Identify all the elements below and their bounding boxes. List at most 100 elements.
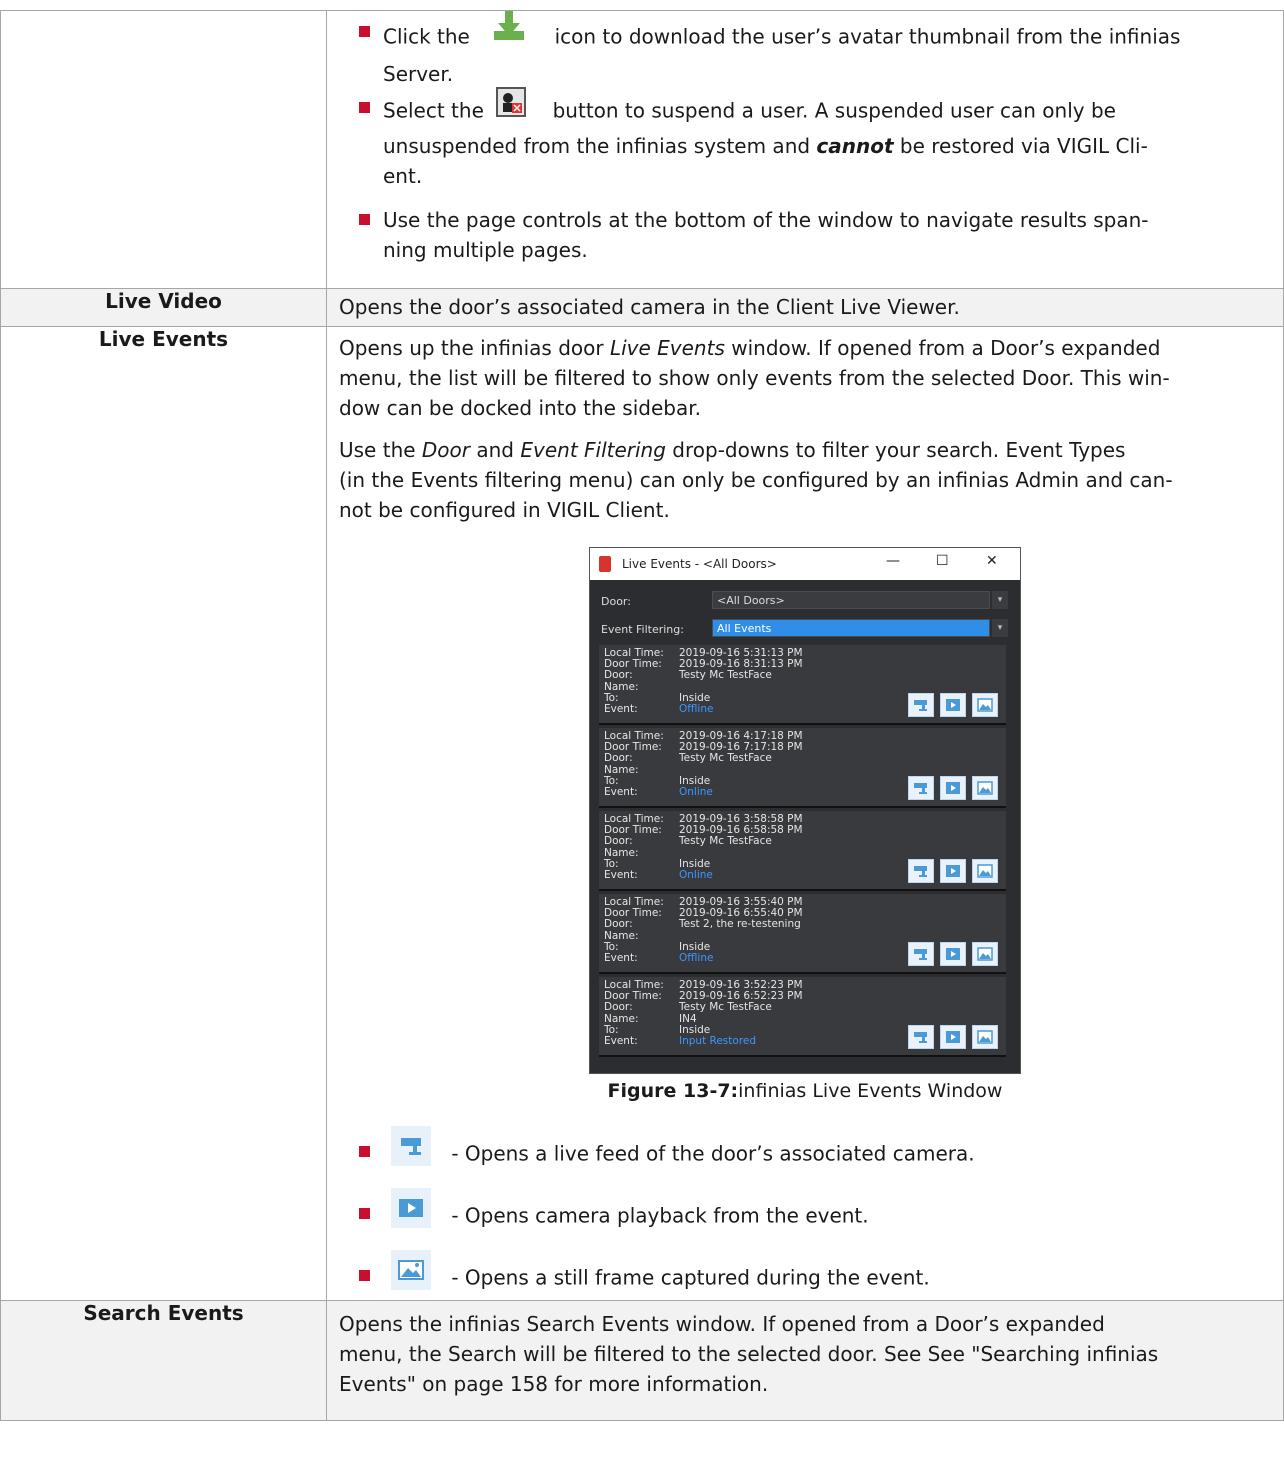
door-select[interactable]: <All Doors> <box>712 591 990 609</box>
event-field-label: Door: <box>604 835 633 848</box>
paragraph: Opens up the infinias door Live Events w… <box>339 336 1170 420</box>
event-filtering-dropdown-icon[interactable]: ▾ <box>992 619 1008 637</box>
event-field-value: Offline <box>679 952 714 964</box>
event-action-buttons <box>902 1025 998 1049</box>
list-item: - Opens a live feed of the door’s associ… <box>327 1126 1283 1176</box>
event-entry[interactable]: Local Time: 2019-09-16 3:58:58 PM Door Tim… <box>599 811 1006 891</box>
event-entry[interactable]: Local Time: 2019-09-16 5:31:13 PM Door Tim… <box>599 645 1006 725</box>
still-frame-icon[interactable] <box>972 942 998 966</box>
event-field-label: Event: <box>604 703 638 715</box>
event-field-value: Inside <box>679 774 711 787</box>
event-action-buttons <box>902 693 998 717</box>
event-field-label: Door Time: <box>604 741 662 754</box>
event-field-label: Name: <box>604 680 639 693</box>
live-events-window: Live Events - <All Doors> — ☐ ✕ Door: <A… <box>589 547 1021 1074</box>
live-camera-icon[interactable] <box>908 693 934 717</box>
event-action-buttons <box>902 776 998 800</box>
event-action-buttons <box>902 859 998 883</box>
event-field-value: Testy Mc TestFace <box>679 1001 772 1014</box>
event-field-value: Test 2, the re-testening <box>679 918 801 931</box>
event-field-value: Inside <box>679 857 711 870</box>
event-field-value: 2019-09-16 8:31:13 PM <box>679 658 803 671</box>
row-label: Live Events <box>0 326 327 1301</box>
event-field-value: Inside <box>679 940 711 953</box>
still-frame-icon <box>391 1250 431 1308</box>
list-item: Click the icon to download the user’s av… <box>327 11 1283 86</box>
playback-icon[interactable] <box>940 859 966 883</box>
live-camera-icon[interactable] <box>908 859 934 883</box>
event-field-value: Inside <box>679 1023 711 1036</box>
playback-icon[interactable] <box>940 1025 966 1049</box>
playback-icon <box>391 1188 431 1246</box>
window-title: Live Events - <All Doors> <box>622 557 777 571</box>
event-field-value: Inside <box>679 691 711 704</box>
event-entry[interactable]: Local Time: 2019-09-16 4:17:18 PM Door Tim… <box>599 728 1006 808</box>
event-field-label: Event: <box>604 869 638 881</box>
row-label: Live Video <box>0 288 327 327</box>
event-field-value: Input Restored <box>679 1035 757 1047</box>
event-field-label: Local Time: <box>604 979 664 991</box>
door-dropdown-icon[interactable]: ▾ <box>992 591 1008 609</box>
event-field-label: Name: <box>604 846 639 859</box>
event-field-value: 2019-09-16 6:52:23 PM <box>679 990 803 1003</box>
paragraph: Use the Door and Event Filtering drop-do… <box>339 438 1173 522</box>
bullet-marker <box>359 1208 370 1219</box>
still-frame-icon[interactable] <box>972 776 998 800</box>
list-item: Use the page controls at the bottom of t… <box>327 205 1283 265</box>
event-field-label: Name: <box>604 1012 639 1025</box>
live-camera-icon[interactable] <box>908 942 934 966</box>
still-frame-icon[interactable] <box>972 859 998 883</box>
event-field-label: To: <box>604 691 619 704</box>
event-field-value: Testy Mc TestFace <box>679 835 772 848</box>
maximize-button[interactable]: ☐ <box>936 553 949 569</box>
event-field-label: To: <box>604 940 619 953</box>
playback-icon[interactable] <box>940 942 966 966</box>
event-field-value: Online <box>679 786 713 798</box>
download-icon <box>492 9 526 51</box>
list-item: Select the button to suspend a user. A s… <box>327 87 1283 191</box>
still-frame-icon[interactable] <box>972 1025 998 1049</box>
minimize-button[interactable]: — <box>886 553 900 569</box>
event-field-label: Local Time: <box>604 896 664 908</box>
event-field-value: Testy Mc TestFace <box>679 752 772 765</box>
event-field-label: Event: <box>604 786 638 798</box>
event-field-label: Door: <box>604 918 633 931</box>
document-page: Click the icon to download the user’s av… <box>0 0 1284 1482</box>
playback-icon[interactable] <box>940 693 966 717</box>
door-label: Door: <box>601 595 631 608</box>
event-field-label: To: <box>604 1023 619 1036</box>
bullet-marker <box>359 214 370 225</box>
event-field-value: 2019-09-16 3:58:58 PM <box>679 813 803 825</box>
row-description: Opens the door’s associated camera in th… <box>326 288 1284 327</box>
event-field-value: 2019-09-16 6:58:58 PM <box>679 824 803 837</box>
event-field-label: Name: <box>604 929 639 942</box>
event-field-label: Local Time: <box>604 813 664 825</box>
event-field-value: Testy Mc TestFace <box>679 669 772 682</box>
event-field-label: Door Time: <box>604 658 662 671</box>
close-button[interactable]: ✕ <box>986 553 998 569</box>
event-field-label: To: <box>604 774 619 787</box>
table-row: Click the icon to download the user’s av… <box>0 10 1284 289</box>
event-list: Local Time: 2019-09-16 5:31:13 PM Door Tim… <box>599 645 1006 1060</box>
event-filtering-label: Event Filtering: <box>601 623 684 636</box>
bullet-marker <box>359 1270 370 1281</box>
event-field-label: Door Time: <box>604 824 662 837</box>
event-entry[interactable]: Local Time: 2019-09-16 3:55:40 PM Door Tim… <box>599 894 1006 974</box>
live-camera-icon[interactable] <box>908 776 934 800</box>
event-field-value: Offline <box>679 703 714 715</box>
feature-table: Click the icon to download the user’s av… <box>0 10 1284 1421</box>
event-filtering-select[interactable]: All Events <box>712 619 990 637</box>
live-camera-icon <box>391 1126 431 1184</box>
bullet-marker <box>359 102 370 113</box>
event-field-label: Event: <box>604 952 638 964</box>
window-titlebar: Live Events - <All Doors> — ☐ ✕ <box>590 548 1020 580</box>
bullet-marker <box>359 1146 370 1157</box>
playback-icon[interactable] <box>940 776 966 800</box>
still-frame-icon[interactable] <box>972 693 998 717</box>
event-field-value: 2019-09-16 6:55:40 PM <box>679 907 803 920</box>
event-field-value: 2019-09-16 3:55:40 PM <box>679 896 803 908</box>
event-field-value: 2019-09-16 5:31:13 PM <box>679 647 803 659</box>
door-app-icon <box>599 556 611 572</box>
event-entry[interactable]: Local Time: 2019-09-16 3:52:23 PM Door Tim… <box>599 977 1006 1057</box>
live-camera-icon[interactable] <box>908 1025 934 1049</box>
